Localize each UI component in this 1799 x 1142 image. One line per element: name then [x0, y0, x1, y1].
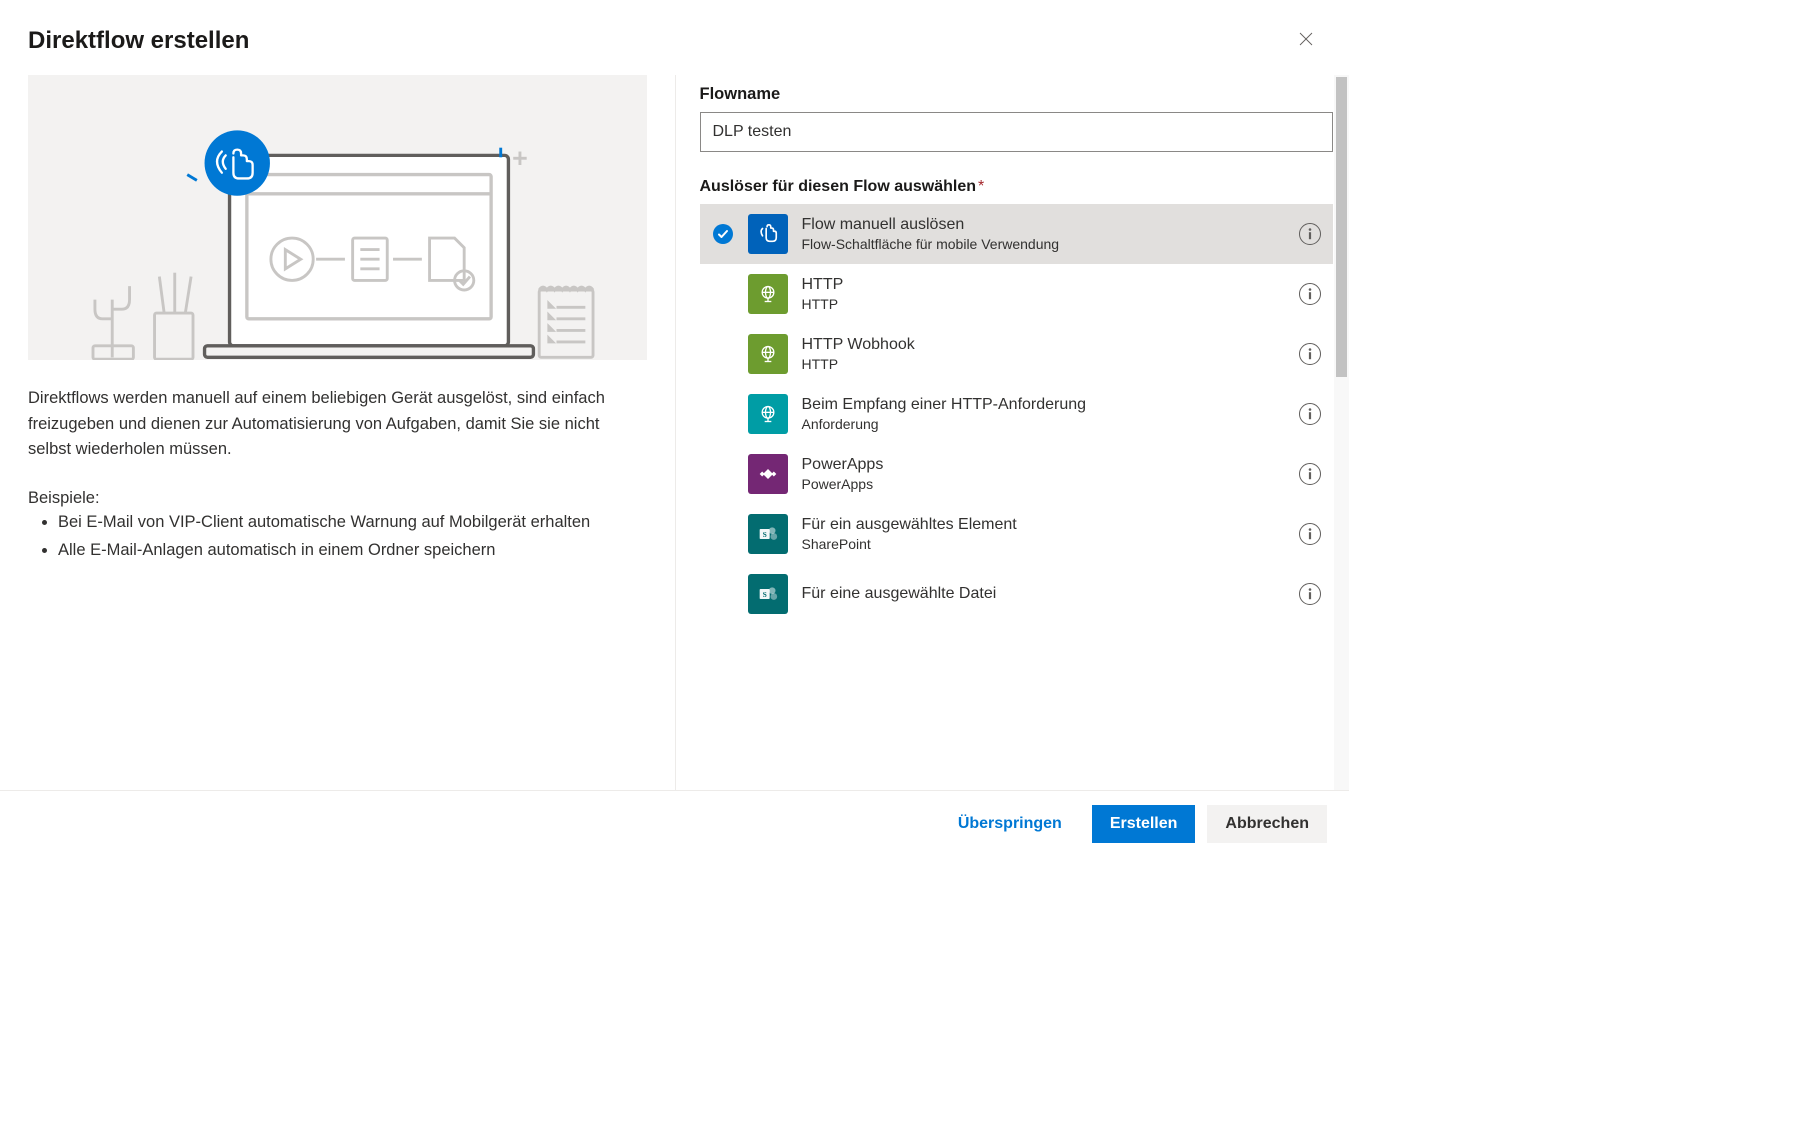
trigger-subtitle: HTTP	[802, 295, 1286, 313]
illustration	[28, 75, 647, 360]
touch-icon	[748, 214, 788, 254]
trigger-title: PowerApps	[802, 455, 1286, 476]
trigger-subtitle: Flow-Schaltfläche für mobile Verwendung	[802, 235, 1286, 253]
trigger-item[interactable]: Beim Empfang einer HTTP-AnforderungAnfor…	[700, 384, 1334, 444]
trigger-item[interactable]: S Für eine ausgewählte Datei	[700, 564, 1334, 624]
create-flow-dialog: Direktflow erstellen	[0, 0, 1349, 857]
trigger-item[interactable]: HTTP WobhookHTTP	[700, 324, 1334, 384]
trigger-title: Für ein ausgewähltes Element	[802, 515, 1286, 536]
trigger-title: HTTP Wobhook	[802, 335, 1286, 356]
trigger-list: Flow manuell auslösenFlow-Schaltfläche f…	[700, 204, 1334, 624]
dialog-header: Direktflow erstellen	[0, 0, 1349, 75]
svg-text:S: S	[762, 590, 766, 599]
scrollbar-thumb[interactable]	[1336, 77, 1347, 377]
trigger-item[interactable]: HTTPHTTP	[700, 264, 1334, 324]
info-icon[interactable]	[1299, 523, 1321, 545]
trigger-text: Beim Empfang einer HTTP-AnforderungAnfor…	[802, 395, 1286, 434]
globe-icon	[748, 394, 788, 434]
list-item: Alle E-Mail-Anlagen automatisch in einem…	[58, 538, 647, 563]
trigger-item[interactable]: S Für ein ausgewähltes ElementSharePoint	[700, 504, 1334, 564]
info-icon[interactable]	[1299, 583, 1321, 605]
trigger-title: Beim Empfang einer HTTP-Anforderung	[802, 395, 1286, 416]
flowname-input[interactable]	[700, 112, 1334, 152]
trigger-title: HTTP	[802, 275, 1286, 296]
info-icon[interactable]	[1299, 283, 1321, 305]
radio-slot	[712, 224, 734, 244]
info-icon[interactable]	[1299, 403, 1321, 425]
trigger-title: Für eine ausgewählte Datei	[802, 584, 1286, 605]
sharepoint-icon: S	[748, 574, 788, 614]
trigger-item[interactable]: Flow manuell auslösenFlow-Schaltfläche f…	[700, 204, 1334, 264]
right-pane: Flowname Auslöser für diesen Flow auswäh…	[675, 75, 1350, 790]
required-indicator: *	[978, 178, 984, 196]
info-icon[interactable]	[1299, 463, 1321, 485]
left-pane: Direktflows werden manuell auf einem bel…	[0, 75, 675, 790]
trigger-subtitle: Anforderung	[802, 415, 1286, 433]
trigger-text: Für eine ausgewählte Datei	[802, 584, 1286, 605]
scrollbar[interactable]	[1334, 75, 1349, 790]
trigger-text: HTTP WobhookHTTP	[802, 335, 1286, 374]
description-text: Direktflows werden manuell auf einem bel…	[28, 386, 647, 463]
trigger-section-label: Auslöser für diesen Flow auswählen *	[700, 178, 1334, 196]
examples-heading: Beispiele:	[28, 489, 647, 508]
flow-illustration-icon	[68, 95, 607, 360]
trigger-subtitle: HTTP	[802, 355, 1286, 373]
trigger-title: Flow manuell auslösen	[802, 215, 1286, 236]
info-icon[interactable]	[1299, 223, 1321, 245]
svg-text:S: S	[762, 530, 766, 539]
flowname-label: Flowname	[700, 85, 1334, 104]
trigger-item[interactable]: PowerAppsPowerApps	[700, 444, 1334, 504]
dialog-title: Direktflow erstellen	[28, 27, 249, 55]
sharepoint-icon: S	[748, 514, 788, 554]
trigger-text: Für ein ausgewähltes ElementSharePoint	[802, 515, 1286, 554]
trigger-text: PowerAppsPowerApps	[802, 455, 1286, 494]
trigger-text: HTTPHTTP	[802, 275, 1286, 314]
create-button[interactable]: Erstellen	[1092, 805, 1196, 843]
trigger-text: Flow manuell auslösenFlow-Schaltfläche f…	[802, 215, 1286, 254]
close-button[interactable]	[1291, 24, 1321, 57]
examples-list: Bei E-Mail von VIP-Client automatische W…	[28, 510, 647, 564]
dialog-footer: Überspringen Erstellen Abbrechen	[0, 791, 1349, 857]
radio-checked-icon	[713, 224, 733, 244]
powerapps-icon	[748, 454, 788, 494]
globe-icon	[748, 274, 788, 314]
trigger-subtitle: PowerApps	[802, 475, 1286, 493]
cancel-button[interactable]: Abbrechen	[1207, 805, 1327, 843]
list-item: Bei E-Mail von VIP-Client automatische W…	[58, 510, 647, 535]
dialog-body: Direktflows werden manuell auf einem bel…	[0, 75, 1349, 791]
globe-icon	[748, 334, 788, 374]
info-icon[interactable]	[1299, 343, 1321, 365]
close-icon	[1297, 30, 1315, 48]
trigger-subtitle: SharePoint	[802, 535, 1286, 553]
skip-button[interactable]: Überspringen	[940, 805, 1080, 843]
